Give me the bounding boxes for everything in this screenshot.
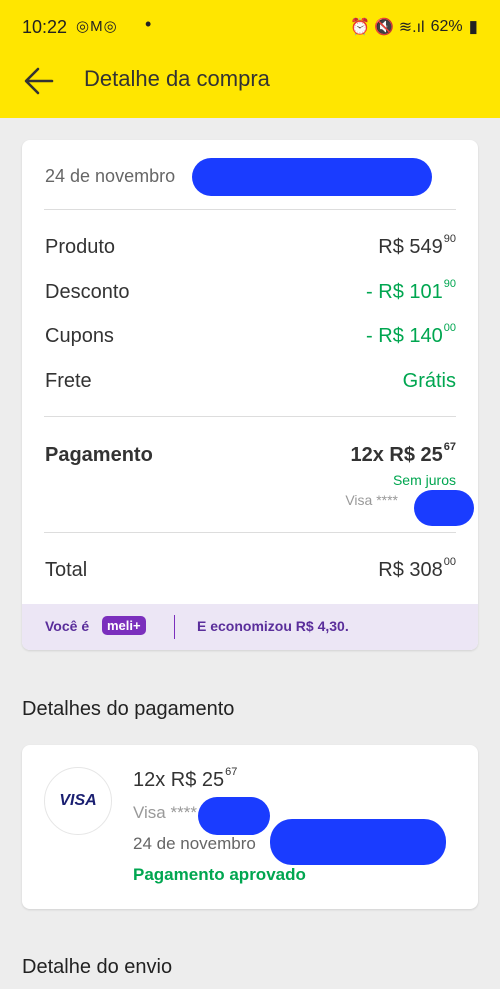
redaction-mark — [192, 158, 432, 196]
meli-plus-banner: Você é meli+ E economizou R$ 4,30. — [22, 604, 478, 650]
payment-card: Visa **** — [345, 492, 398, 508]
payment-date: 24 de novembro — [133, 834, 256, 853]
payment-card: Visa **** — [133, 803, 197, 822]
battery-icon: ▮ — [468, 17, 478, 36]
row-cupons-value: - R$ 14000 — [366, 322, 456, 347]
meli-plus-badge: meli+ — [102, 616, 146, 635]
installments-value: 12x R$ 2567 — [133, 766, 238, 791]
redaction-mark — [270, 819, 446, 865]
row-frete-label: Frete — [45, 370, 92, 392]
redaction-mark — [198, 797, 270, 835]
payment-status: Pagamento aprovado — [133, 865, 306, 884]
payment-details-title: Detalhes do pagamento — [22, 698, 235, 720]
row-produto-label: Produto — [45, 236, 116, 258]
redaction-mark — [414, 490, 474, 526]
total-label: Total — [45, 559, 88, 581]
row-frete-value: Grátis — [402, 370, 456, 392]
row-cupons-label: Cupons — [45, 325, 114, 347]
meli-economy-text: E economizou R$ 4,30. — [197, 618, 349, 634]
app-header: 10:22 ◎M◎ • ⏰ 🔇 ≋.ıl 62% ▮ Detalhe da co… — [0, 0, 500, 118]
shipping-details-title: Detalhe do envio — [22, 956, 173, 978]
notification-dot: • — [145, 14, 152, 34]
payment-label: Pagamento — [45, 444, 153, 466]
payment-value: 12x R$ 2567 — [350, 441, 456, 466]
notification-icons: ◎M◎ — [76, 18, 118, 35]
row-desconto-label: Desconto — [45, 281, 130, 303]
row-desconto-value: - R$ 10190 — [366, 278, 456, 303]
row-produto-value: R$ 54990 — [378, 233, 456, 258]
divider — [44, 209, 456, 210]
meli-separator — [174, 615, 175, 639]
payment-details-card[interactable]: VISA 12x R$ 2567 Visa **** 24 de novembr… — [22, 745, 478, 909]
divider — [44, 532, 456, 533]
meli-voce-text: Você é — [45, 618, 90, 634]
back-arrow-icon[interactable] — [22, 64, 56, 98]
status-bar: 10:22 ◎M◎ • ⏰ 🔇 ≋.ıl 62% ▮ — [0, 0, 500, 56]
status-time: 10:22 — [22, 17, 68, 37]
page-title: Detalhe da compra — [84, 66, 270, 91]
purchase-date: 24 de novembro — [45, 166, 176, 186]
visa-logo-icon: VISA — [44, 767, 112, 835]
divider — [44, 416, 456, 417]
status-right: ⏰ 🔇 ≋.ıl 62% ▮ — [350, 17, 478, 37]
system-icons: ⏰ 🔇 ≋.ıl — [350, 19, 425, 36]
battery-level: 62% — [430, 18, 463, 35]
purchase-summary-card: 24 de novembro Produto R$ 54990 Desconto… — [22, 140, 478, 650]
total-value: R$ 30800 — [378, 556, 456, 581]
payment-no-interest: Sem juros — [392, 472, 456, 488]
